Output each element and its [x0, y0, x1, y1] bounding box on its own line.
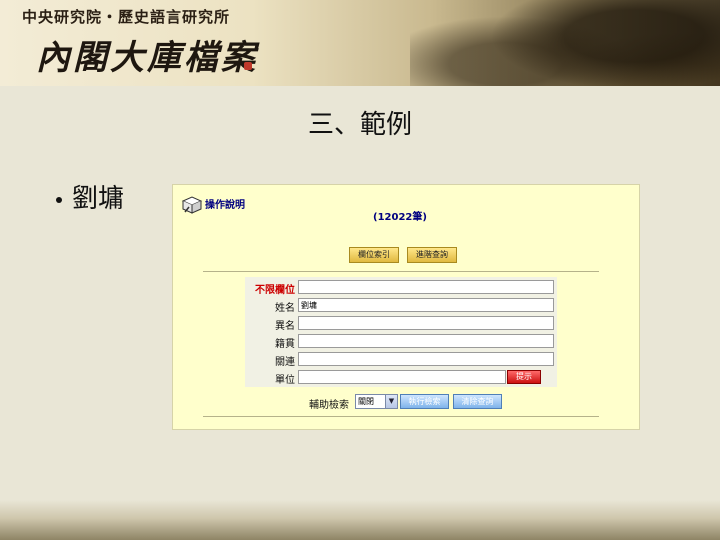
execute-search-button[interactable]: 執行檢索 [400, 394, 449, 409]
name-input[interactable] [298, 298, 554, 312]
alias-input[interactable] [298, 316, 554, 330]
slide-title: 三、範例 [307, 110, 412, 140]
field-label-relation: 關連 [275, 357, 295, 368]
field-label-name: 姓名 [275, 303, 295, 314]
field-row-relation: 關連 [245, 352, 557, 368]
field-label-origin: 籍貫 [275, 339, 295, 350]
bullet-dot-icon [56, 197, 62, 203]
field-row-unit: 單位 提示 [245, 370, 557, 386]
record-count: (12022筆) [373, 212, 427, 223]
field-label-unit: 單位 [275, 375, 295, 386]
divider-bottom [203, 416, 599, 417]
archive-logo: 內閣大庫檔案 [36, 38, 258, 78]
aux-search-label: 輔助檢索 [309, 400, 349, 411]
field-row-name: 姓名 [245, 298, 557, 314]
chevron-down-icon[interactable]: ▼ [385, 395, 397, 408]
relation-input[interactable] [298, 352, 554, 366]
operation-help-link[interactable]: 操作說明 [205, 196, 245, 211]
divider-top [203, 271, 599, 272]
dragon-decoration [410, 0, 720, 86]
bullet-item: 劉墉 [56, 178, 124, 215]
submit-button[interactable]: 提示 [507, 370, 541, 384]
book-icon[interactable] [181, 195, 203, 215]
bullet-text: 劉墉 [72, 184, 125, 214]
field-row-origin: 籍貫 [245, 334, 557, 350]
origin-input[interactable] [298, 334, 554, 348]
aux-search-select[interactable]: 關閉 ▼ [355, 394, 398, 409]
footer-band [0, 500, 720, 540]
institute-name: 中央研究院・歷史語言研究所 [22, 8, 231, 26]
field-label-alias: 異名 [275, 321, 295, 332]
red-seal-icon [244, 62, 252, 70]
any-field-input[interactable] [298, 280, 554, 294]
header-banner: 中央研究院・歷史語言研究所 內閣大庫檔案 [0, 0, 720, 86]
unit-input[interactable] [298, 370, 506, 384]
search-form-panel: 操作說明 (12022筆) 欄位索引 進階查詢 不限欄位 姓名 異名 籍貫 關連… [172, 184, 640, 430]
clear-query-button[interactable]: 清除查詢 [453, 394, 502, 409]
field-row-alias: 異名 [245, 316, 557, 332]
field-index-button[interactable]: 欄位索引 [349, 247, 399, 263]
field-label-any: 不限欄位 [255, 285, 295, 296]
advanced-query-button[interactable]: 進階查詢 [407, 247, 457, 263]
field-row-any: 不限欄位 [245, 280, 557, 296]
search-fields-box: 不限欄位 姓名 異名 籍貫 關連 單位 提示 [245, 277, 557, 387]
aux-search-value: 關閉 [358, 397, 374, 406]
